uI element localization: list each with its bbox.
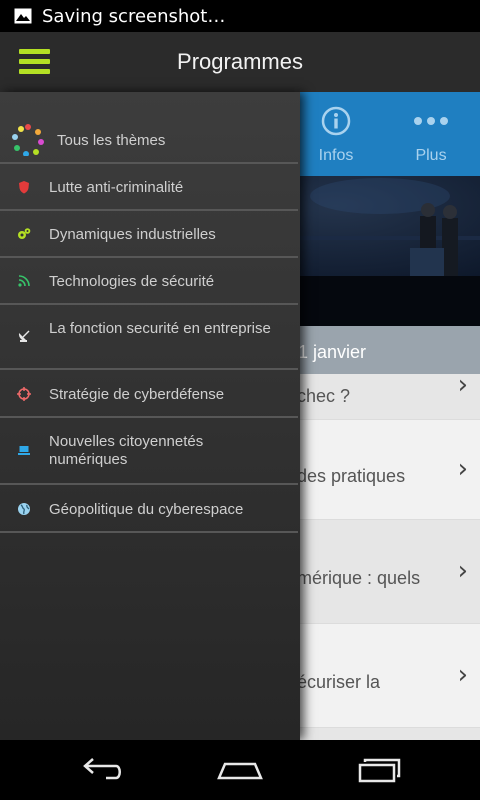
menu-item-label: Géopolitique du cyberespace <box>49 501 244 518</box>
app-bar: Programmes <box>0 32 480 92</box>
menu-item-label: Stratégie de cyberdéfense <box>49 386 225 403</box>
navigation-drawer: Tous les thèmes Lutte anti-criminalité D… <box>0 92 300 740</box>
menu-item-label: Tous les thèmes <box>57 132 166 149</box>
crosshair-icon <box>17 387 31 401</box>
list-item-text: écuriser la <box>297 672 381 692</box>
list-item-text: des pratiques <box>297 466 406 486</box>
list-item-text: chec ? <box>297 386 351 406</box>
back-icon[interactable] <box>76 754 124 786</box>
menu-item-geopolitique-cyberespace[interactable]: Géopolitique du cyberespace <box>0 485 298 533</box>
menu-item-dynamiques-industrielles[interactable]: Dynamiques industrielles <box>0 211 298 258</box>
menu-item-nouvelles-citoyennetes[interactable]: Nouvelles citoyennetés numériques <box>0 418 298 485</box>
info-icon <box>321 106 351 136</box>
chevron-right-icon: › <box>457 556 468 586</box>
colored-dots-ring-icon <box>12 124 44 156</box>
menu-item-technologies-de-securite[interactable]: Technologies de sécurité <box>0 258 298 305</box>
image-icon <box>14 8 32 24</box>
tab-plus[interactable]: Plus <box>385 92 477 176</box>
chevron-right-icon: › <box>457 660 468 690</box>
laptop-icon <box>18 446 30 455</box>
menu-item-strategie-cyberdefense[interactable]: Stratégie de cyberdéfense <box>0 370 298 418</box>
signal-waves-icon <box>18 275 30 287</box>
menu-item-lutte-anti-criminalite[interactable]: Lutte anti-criminalité <box>0 164 298 211</box>
recents-icon[interactable] <box>356 754 404 786</box>
chevron-right-icon: › <box>457 454 468 484</box>
list-item-text: mérique : quels <box>297 568 421 588</box>
date-label: 1 janvier <box>298 342 367 362</box>
menu-item-tous-les-themes[interactable]: Tous les thèmes <box>0 92 298 164</box>
tab-label: Plus <box>415 147 447 164</box>
menu-item-label: La fonction securité en entreprise <box>49 320 271 337</box>
tab-infos[interactable]: Infos <box>290 92 382 176</box>
status-text: Saving screenshot… <box>42 5 226 27</box>
page-title: Programmes <box>177 49 303 74</box>
system-nav-bar <box>0 740 480 800</box>
menu-item-label: Dynamiques industrielles <box>49 226 216 243</box>
menu-item-label: Technologies de sécurité <box>49 273 215 290</box>
menu-item-fonction-securite-entreprise[interactable]: La fonction securité en entreprise <box>0 305 298 370</box>
chevron-right-icon: › <box>457 370 468 400</box>
shield-icon <box>19 181 29 194</box>
more-dots-icon <box>414 117 448 125</box>
status-bar: Saving screenshot… <box>0 0 480 32</box>
satellite-dish-icon <box>18 330 30 342</box>
menu-item-label: Nouvelles citoyennetés numériques <box>49 433 204 468</box>
home-icon[interactable] <box>216 754 264 786</box>
globe-icon <box>18 503 30 515</box>
menu-item-label: Lutte anti-criminalité <box>49 179 184 196</box>
gears-icon <box>18 228 31 239</box>
tab-label: Infos <box>318 147 354 164</box>
